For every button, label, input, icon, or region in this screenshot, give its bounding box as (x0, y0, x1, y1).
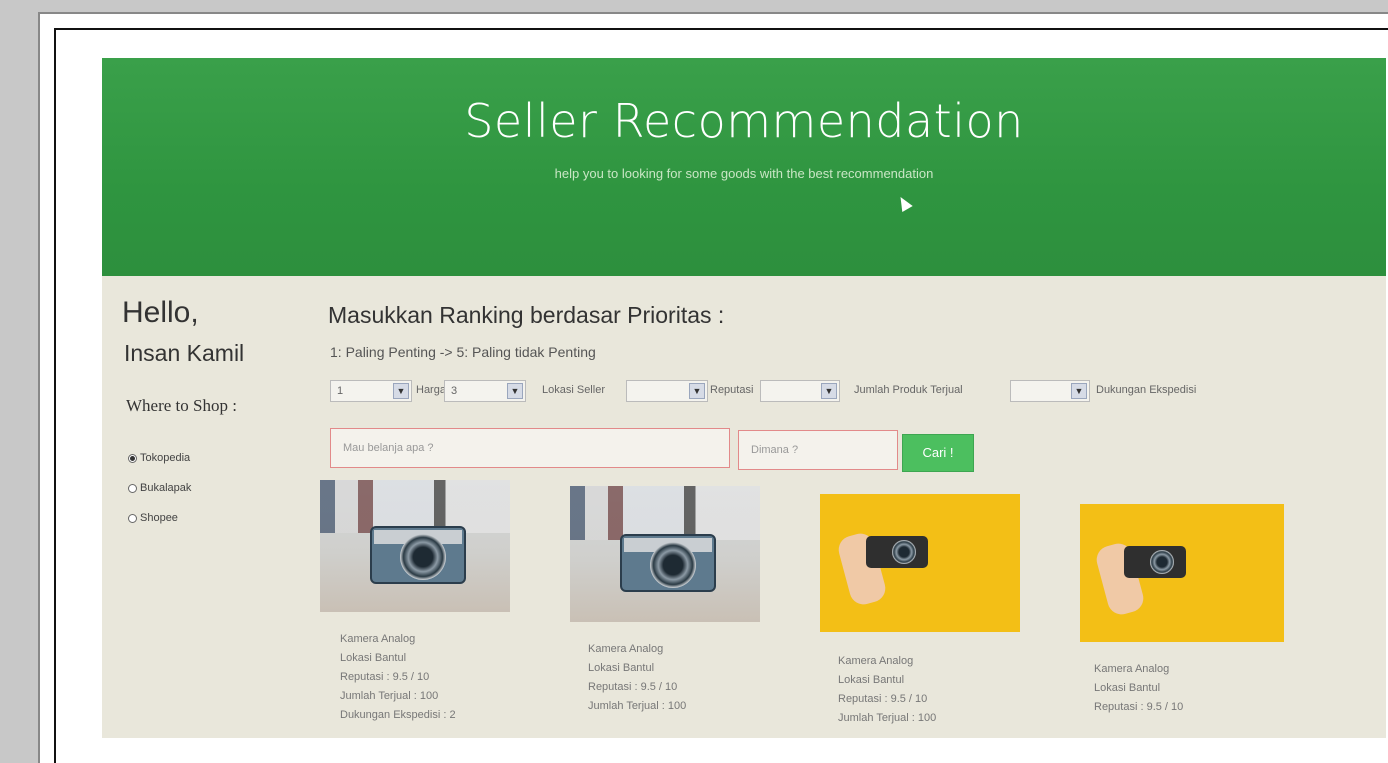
ranking-subheading: 1: Paling Penting -> 5: Paling tidak Pen… (330, 344, 596, 360)
criterion-label: Lokasi Seller (542, 384, 605, 396)
product-card-1: Kamera Analog Lokasi Bantul Reputasi : 9… (340, 630, 456, 725)
product-card-2: Kamera Analog Lokasi Bantul Reputasi : 9… (588, 640, 686, 716)
product-card-3: Kamera Analog Lokasi Bantul Reputasi : 9… (838, 652, 936, 728)
lens-icon (1150, 550, 1174, 574)
product-image[interactable] (320, 480, 510, 612)
product-sold: Jumlah Terjual : 100 (838, 712, 937, 724)
product-name[interactable]: Kamera Analog (588, 640, 686, 659)
product-name[interactable]: Kamera Analog (340, 630, 456, 649)
product-image[interactable] (1080, 504, 1284, 642)
greeting: Hello, (122, 296, 199, 329)
radio-unchecked-icon[interactable] (128, 483, 137, 493)
rank-select-jumlah[interactable]: ▼ (760, 380, 840, 402)
shelf-background (570, 486, 760, 541)
product-reputation: Reputasi : 9.5 / 10 (838, 693, 928, 705)
lens-icon (650, 542, 696, 588)
chevron-down-icon[interactable]: ▼ (1071, 383, 1087, 399)
shop-label: Tokopedia (140, 452, 191, 464)
radio-checked-icon[interactable] (128, 453, 137, 463)
chevron-down-icon[interactable]: ▼ (393, 383, 409, 399)
shelf-background (320, 480, 510, 533)
page-subtitle: help you to looking for some goods with … (554, 166, 934, 181)
product-card-4: Kamera Analog Lokasi Bantul Reputasi : 9… (1094, 660, 1183, 717)
lens-icon (892, 540, 916, 564)
shop-radio-bukalapak[interactable]: Bukalapak (128, 482, 191, 494)
product-name[interactable]: Kamera Analog (1094, 660, 1183, 679)
page-title: Seller Recommendation (464, 94, 1024, 148)
chevron-down-icon[interactable]: ▼ (507, 383, 523, 399)
criterion-label: Reputasi (710, 384, 754, 396)
product-location: Lokasi Bantul (588, 662, 655, 674)
rank-select-harga[interactable]: 1 ▼ (330, 380, 412, 402)
where-to-shop-label: Where to Shop : (126, 396, 237, 415)
shop-radio-shopee[interactable]: Shopee (128, 512, 178, 524)
username: Insan Kamil (124, 340, 245, 366)
product-location: Lokasi Bantul (1094, 682, 1161, 694)
shop-radio-tokopedia[interactable]: Tokopedia (128, 452, 190, 464)
product-sold: Jumlah Terjual : 100 (588, 700, 687, 712)
rank-select-ekspedisi[interactable]: ▼ (1010, 380, 1090, 402)
product-reputation: Reputasi : 9.5 / 10 (340, 671, 430, 683)
header-banner: Seller Recommendation help you to lookin… (102, 58, 1386, 276)
search-button[interactable]: Cari ! (902, 434, 974, 472)
chevron-down-icon[interactable]: ▼ (689, 383, 705, 399)
rank-value: 3 (451, 385, 458, 397)
criterion-label: Jumlah Produk Terjual (854, 384, 963, 396)
search-input[interactable]: Mau belanja apa ? (330, 428, 730, 468)
ranking-selectors: 1 ▼ Harga 3 ▼ Lokasi Seller ▼ Reputasi ▼… (330, 380, 1380, 406)
radio-unchecked-icon[interactable] (128, 513, 137, 523)
criterion-label: Harga (416, 384, 446, 396)
product-location: Lokasi Bantul (838, 674, 905, 686)
ranking-heading: Masukkan Ranking berdasar Prioritas : (328, 302, 725, 328)
product-reputation: Reputasi : 9.5 / 10 (588, 681, 678, 693)
location-input[interactable]: Dimana ? (738, 430, 898, 470)
product-reputation: Reputasi : 9.5 / 10 (1094, 701, 1184, 713)
browser-viewport: Seller Recommendation help you to lookin… (102, 58, 1386, 738)
chevron-down-icon[interactable]: ▼ (821, 383, 837, 399)
lens-icon (400, 534, 446, 580)
rank-value: 1 (337, 385, 344, 397)
shop-label: Bukalapak (140, 482, 192, 494)
product-image[interactable] (820, 494, 1020, 632)
shop-label: Shopee (140, 512, 178, 524)
mouse-cursor-icon (895, 193, 913, 213)
product-location: Lokasi Bantul (340, 652, 407, 664)
rank-select-reputasi[interactable]: ▼ (626, 380, 708, 402)
product-name[interactable]: Kamera Analog (838, 652, 936, 671)
product-shipping: Dukungan Ekspedisi : 2 (340, 709, 456, 721)
criterion-label: Dukungan Ekspedisi (1096, 384, 1197, 396)
product-sold: Jumlah Terjual : 100 (340, 690, 439, 702)
product-image[interactable] (570, 486, 760, 622)
rank-select-lokasi[interactable]: 3 ▼ (444, 380, 526, 402)
